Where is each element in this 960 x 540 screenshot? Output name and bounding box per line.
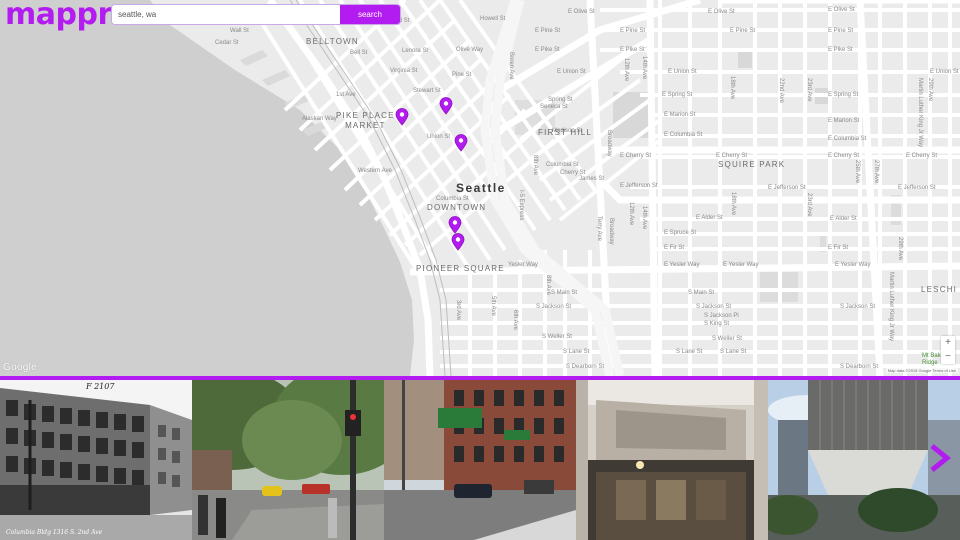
map-pin-icon[interactable] bbox=[454, 134, 468, 152]
photo-caption: F 2107 bbox=[85, 382, 115, 391]
search-bar: search bbox=[112, 5, 400, 24]
photo-street-crosswalk-trees bbox=[192, 380, 384, 540]
search-input[interactable] bbox=[112, 5, 340, 24]
map-pin-icon[interactable] bbox=[451, 233, 465, 251]
zoom-control: + − bbox=[941, 336, 955, 364]
photo-building-entrance bbox=[576, 380, 768, 540]
photo-street-signs-brick bbox=[384, 380, 576, 540]
photo-gallery: F 2107 Columbia Bldg 1316 S. 2nd Ave bbox=[0, 380, 960, 540]
city-label: Seattle bbox=[456, 181, 506, 195]
photo-thumbnail[interactable] bbox=[576, 380, 768, 540]
brand-logo[interactable]: mappr bbox=[5, 0, 112, 30]
photo-columbia-building-archive: F 2107 Columbia Bldg 1316 S. 2nd Ave bbox=[0, 380, 192, 540]
neighborhood-label: PIKE PLACE MARKET bbox=[336, 111, 395, 130]
zoom-in-button[interactable]: + bbox=[941, 336, 955, 350]
map-attribution[interactable]: Map data ©2018 Google Terms of Use bbox=[885, 368, 958, 373]
chevron-right-icon[interactable] bbox=[928, 443, 952, 473]
map-pin-icon[interactable] bbox=[395, 108, 409, 126]
neighborhood-label: BELLTOWN bbox=[306, 37, 359, 46]
map-view[interactable]: E Olive St E Pine St E Pike St E Union S… bbox=[0, 0, 960, 376]
search-button[interactable]: search bbox=[340, 5, 400, 24]
neighborhood-label: PIONEER SQUARE bbox=[416, 264, 505, 273]
map-pin-icon[interactable] bbox=[448, 216, 462, 234]
map-pin-icon[interactable] bbox=[439, 97, 453, 115]
neighborhood-label: LESCHI bbox=[921, 285, 958, 294]
google-logo: Google bbox=[3, 362, 38, 373]
photo-caption: Columbia Bldg 1316 S. 2nd Ave bbox=[6, 529, 103, 536]
neighborhood-label: FIRST HILL bbox=[538, 128, 593, 137]
photo-thumbnail[interactable]: F 2107 Columbia Bldg 1316 S. 2nd Ave bbox=[0, 380, 192, 540]
photo-thumbnail[interactable] bbox=[192, 380, 384, 540]
neighborhood-label: DOWNTOWN bbox=[427, 203, 487, 212]
photo-thumbnail[interactable] bbox=[384, 380, 576, 540]
zoom-out-button[interactable]: − bbox=[941, 350, 955, 364]
neighborhood-label: SQUIRE PARK bbox=[718, 160, 786, 169]
